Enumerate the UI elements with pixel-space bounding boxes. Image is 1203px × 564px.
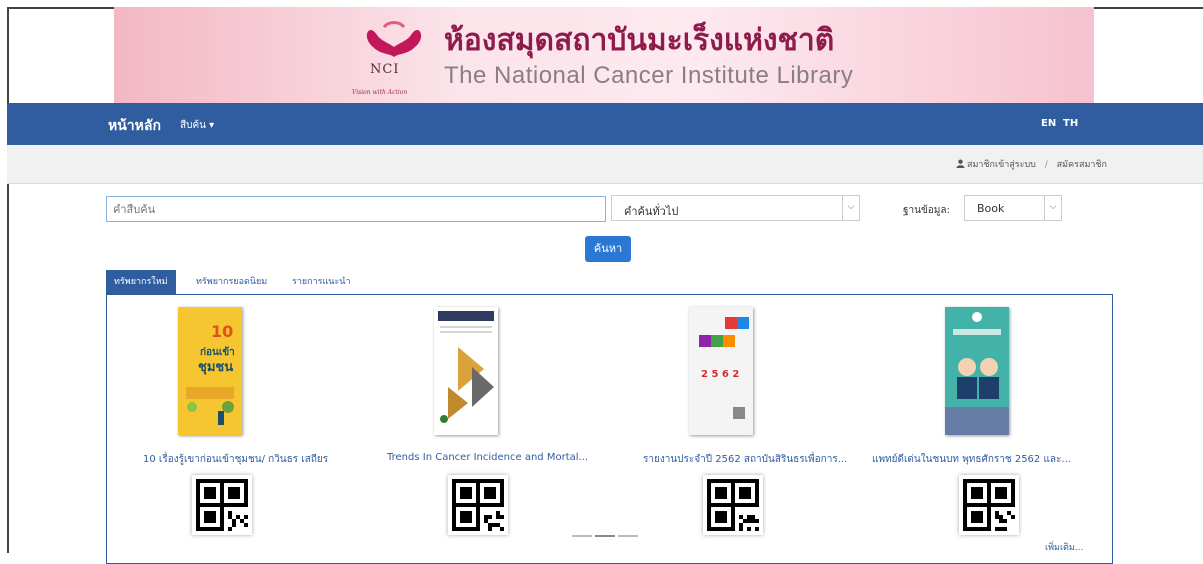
lang-en-link[interactable]: EN [1041,118,1056,129]
register-link[interactable]: สมัครสมาชิก [1057,160,1107,170]
svg-text:2 5 6 2: 2 5 6 2 [701,369,739,380]
nci-logo-icon [366,21,422,57]
book-title-1[interactable]: 10 เรื่องรู้เขาก่อนเข้าชุมชน/ กวินธร เสถ… [143,452,328,467]
book-cover-icon: 2 5 6 2 [689,307,753,435]
search-type-select[interactable]: คำค้นทั่วไป ⌵ [611,195,860,221]
book-title-4[interactable]: แพทย์ดีเด่นในชนบท พุทธศักราช 2562 และ... [872,452,1071,467]
library-banner[interactable]: NCI Vision with Action ห้องสมุดสถาบันมะเ… [114,7,1094,104]
carousel-indicators [572,526,641,540]
database-value: Book [977,202,1005,215]
tab-recommended[interactable]: รายการแนะนำ [284,270,359,295]
user-icon [956,159,965,168]
book-cover-3[interactable]: 2 5 6 2 [689,307,753,435]
book-title-3[interactable]: รายงานประจำปี 2562 สถาบันสิรินธรเพื่อการ… [643,452,847,467]
book-cover-icon [945,307,1009,435]
tab-new-resources[interactable]: ทรัพยากรใหม่ [106,270,176,295]
book-cover-2[interactable] [434,307,498,435]
qr-code-2 [448,475,508,535]
member-login-link[interactable]: สมาชิกเข้าสู่ระบบ [967,160,1036,170]
book-cover-icon: 10 ก่อนเข้า ชุมชน [178,307,242,435]
carousel-dot[interactable] [595,535,615,537]
qr-code-3 [703,475,763,535]
qr-code-icon [963,479,1015,531]
nav-search-dropdown[interactable]: สืบค้น ▾ [180,118,214,133]
book-cover-icon [434,307,498,435]
banner-title-thai: ห้องสมุดสถาบันมะเร็งแห่งชาติ [444,24,835,57]
user-bar: สมาชิกเข้าสู่ระบบ / สมัครสมาชิก [7,145,1203,184]
search-button[interactable]: ค้นหา [585,236,631,262]
main-navbar: หน้าหลัก สืบค้น ▾ EN TH [7,103,1203,145]
book-cover-1[interactable]: 10 ก่อนเข้า ชุมชน [178,307,242,435]
qr-code-icon [452,479,504,531]
svg-text:ก่อนเข้า: ก่อนเข้า [200,346,235,358]
more-link[interactable]: เพิ่มเติม... [1045,540,1083,554]
carousel-dot[interactable] [572,535,592,537]
book-cover-4[interactable] [945,307,1009,435]
chevron-down-icon: ⌵ [1044,196,1061,220]
book-title-2[interactable]: Trends In Cancer Incidence and Mortal... [387,452,588,463]
svg-text:10: 10 [211,322,233,341]
svg-text:ชุมชน: ชุมชน [198,360,233,375]
search-type-value: คำค้นทั่วไป [624,205,679,218]
search-input[interactable] [106,196,606,222]
tab-popular-resources[interactable]: ทรัพยากรยอดนิยม [188,270,275,295]
qr-code-1 [192,475,252,535]
qr-code-4 [959,475,1019,535]
qr-code-icon [196,479,248,531]
chevron-down-icon: ⌵ [842,196,859,220]
banner-title-english: The National Cancer Institute Library [444,62,854,89]
database-select[interactable]: Book ⌵ [964,195,1062,221]
qr-code-icon [707,479,759,531]
lang-th-link[interactable]: TH [1063,118,1078,129]
database-label: ฐานข้อมูล: [903,205,950,216]
nci-logo-text: NCI [370,62,400,77]
nci-logo-tagline: Vision with Action [352,89,408,96]
carousel-dot[interactable] [618,535,638,537]
nav-home-link[interactable]: หน้าหลัก [108,115,161,137]
separator: / [1044,160,1048,170]
